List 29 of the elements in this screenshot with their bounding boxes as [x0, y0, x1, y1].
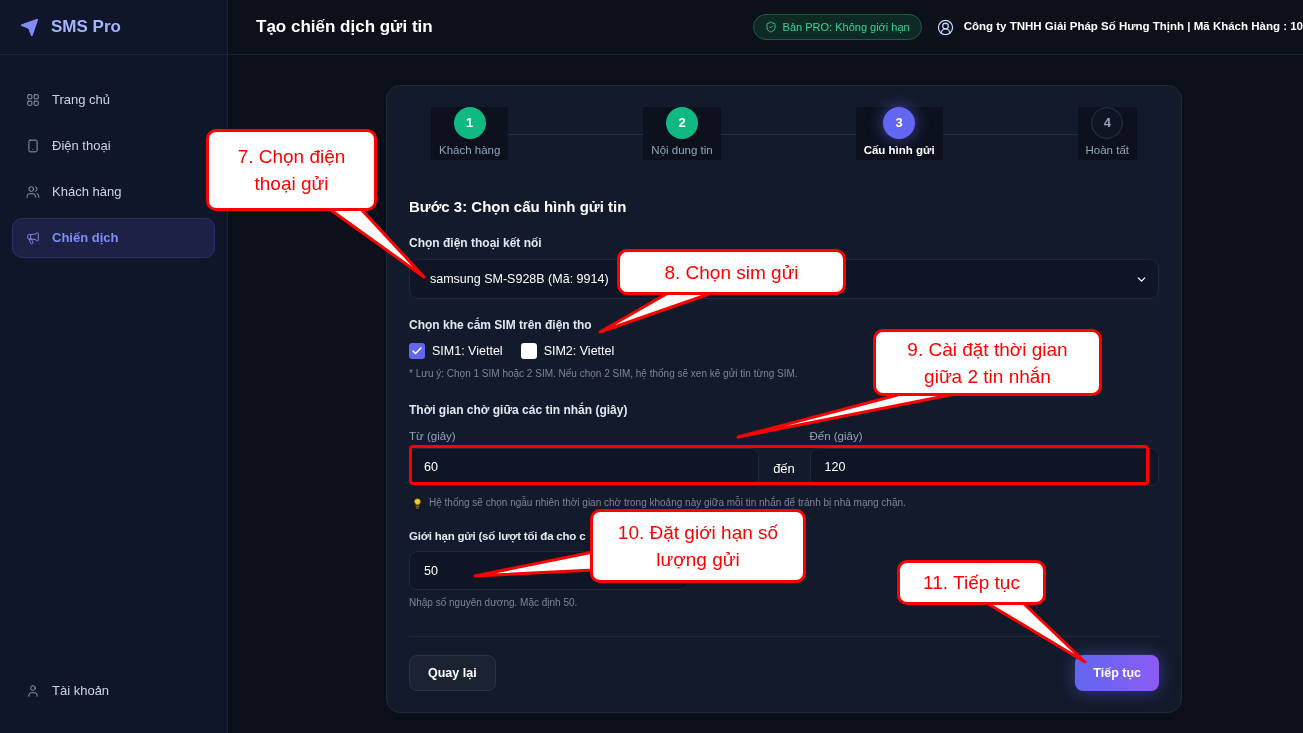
- checkbox-label: SIM1: Viettel: [432, 342, 503, 360]
- field-label: Chọn điện thoại kết nối: [409, 235, 542, 251]
- section-heading: Bước 3: Chọn cấu hình gửi tin: [409, 197, 627, 217]
- plan-badge: Bản PRO: Không giới hạn: [752, 14, 922, 40]
- field-label: Thời gian chờ giữa các tin nhắn (giây): [409, 402, 628, 418]
- field-label: Đến (giây): [809, 429, 863, 444]
- callout: 7. Chọn điện thoại gửi: [206, 129, 377, 211]
- step-label: Khách hàng: [439, 143, 501, 158]
- step-label: Hoàn tất: [1085, 143, 1129, 158]
- checkbox-label: SIM2: Viettel: [543, 342, 615, 360]
- hint-text: Hệ thống sẽ chọn ngẫu nhiên thời gian chờ trong khoảng này giữa mỗi tin nhắn để tránh bị nhà mạng chặn.: [429, 496, 906, 510]
- callout: 11. Tiếp tục: [897, 560, 1046, 605]
- range-separator: đến: [773, 460, 795, 479]
- step-number: 4: [1091, 107, 1124, 139]
- note-text: * Lưu ý: Chọn 1 SIM hoặc 2 SIM. Nếu chọn 2 SIM, hệ thống sẽ xen kẽ gửi tin từng SIM.: [409, 367, 798, 381]
- brand-name: SMS Pro: [51, 16, 121, 39]
- hint-text: Nhập số nguyên dương. Mặc định 50.: [409, 596, 578, 610]
- step-label: Cấu hình gửi: [863, 143, 935, 158]
- page-title: Tạo chiến dịch gửi tin: [256, 16, 433, 39]
- field-label: Chọn khe cắm SIM trên điện tho: [409, 317, 592, 333]
- step-number: 1: [453, 107, 486, 139]
- callout: 10. Đặt giới hạn số lượng gửi: [590, 509, 806, 583]
- field-label: Từ (giây): [409, 429, 456, 444]
- step-label: Nội dung tin: [651, 143, 713, 158]
- callout: 9. Cài đặt thời gian giữa 2 tin nhắn: [873, 329, 1102, 396]
- account-name: Công ty TNHH Giải Pháp Số Hưng Thịnh | Mã Khách Hàng : 10: [963, 19, 1303, 35]
- field-label: Giới hạn gửi (số lượt tối đa cho c: [409, 529, 586, 544]
- step-number: 3: [883, 107, 916, 139]
- step-number: 2: [666, 107, 698, 139]
